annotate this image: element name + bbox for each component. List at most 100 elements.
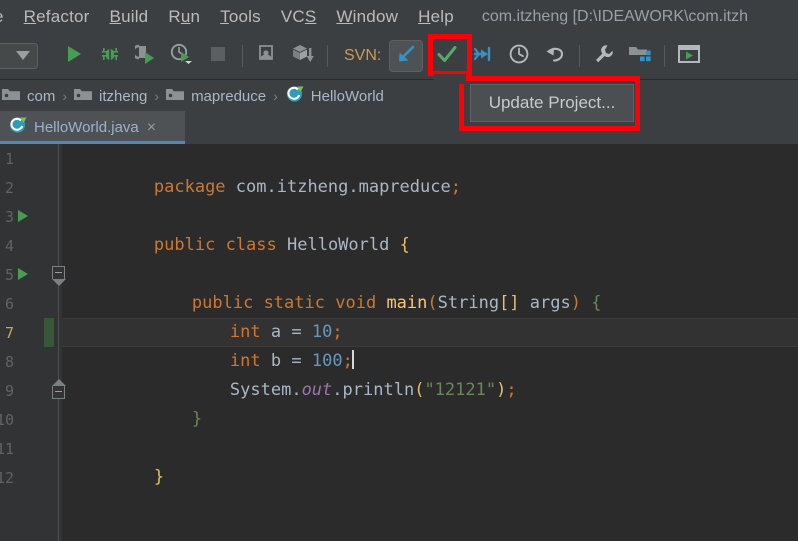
debug-button[interactable] [92, 36, 128, 76]
idea-window: e Refactor Build Run Tools VCS Window He… [0, 0, 798, 541]
token-keyword: package [153, 177, 226, 197]
breadcrumb-separator: › [273, 88, 278, 104]
arrow-down-left-icon [395, 43, 417, 70]
update-app-icon [256, 44, 278, 69]
token-open-paren: ( [414, 380, 425, 400]
code-line-5: public static void main(String[] args) { [110, 260, 602, 313]
breadcrumb-label: com [27, 87, 56, 105]
bug-icon [100, 44, 120, 69]
line-number: 4 [4, 236, 14, 255]
svn-rollback-button[interactable] [537, 36, 573, 76]
settings-button[interactable] [586, 36, 622, 76]
menu-item-help[interactable]: Help [408, 0, 464, 33]
toolbar-separator [242, 45, 243, 67]
token-method-name: main [386, 293, 428, 313]
breadcrumb-item-helloworld[interactable]: HelloWorld [285, 84, 384, 108]
chevron-down-icon [16, 47, 30, 65]
update-app-button[interactable] [249, 36, 285, 76]
code-line-11: } [72, 434, 164, 487]
run-button[interactable] [56, 36, 92, 76]
stop-button[interactable] [200, 36, 236, 76]
token-open-paren: ( [427, 293, 438, 313]
breadcrumb-separator: › [62, 88, 68, 104]
line-number: 5 [4, 265, 14, 284]
breadcrumb-label: HelloWorld [310, 87, 384, 105]
code-editor[interactable]: 1 2 3 4 5 6 7 8 9 10 11 12 package com.i… [0, 144, 798, 541]
toolbar-separator-2 [327, 45, 328, 67]
annotation-box-update-button [428, 34, 472, 76]
java-class-icon [8, 115, 28, 140]
toolbar-separator-4 [664, 45, 666, 67]
line-number: 11 [0, 439, 14, 458]
breadcrumb: com › itzheng › mapreduce › HelloWorld [0, 81, 798, 111]
play-icon [64, 44, 84, 69]
line-number: 12 [0, 468, 14, 487]
arrow-to-line-icon [472, 44, 494, 69]
menu-bar: e Refactor Build Run Tools VCS Window He… [0, 0, 798, 33]
breadcrumb-item-itzheng[interactable]: itzheng [74, 87, 147, 106]
menu-item-edit-partial[interactable]: e [0, 0, 14, 33]
svn-history-button[interactable] [501, 36, 537, 76]
code-line-6: int a = 10; [148, 289, 343, 342]
menu-item-window[interactable]: Window [326, 0, 408, 33]
menu-item-vcs[interactable]: VCS [271, 0, 327, 33]
menu-item-run[interactable]: Run [158, 0, 210, 33]
editor-tab-helloworld-java[interactable]: HelloWorld.java × [0, 111, 185, 144]
svn-label: SVN: [344, 47, 382, 64]
line-number-current: 7 [4, 323, 14, 342]
run-class-marker-icon[interactable] [18, 210, 28, 222]
breadcrumb-item-com[interactable]: com [2, 87, 55, 106]
project-title: com.itzheng [D:\IDEAWORK\com.itzh [481, 8, 748, 25]
breadcrumb-label: itzheng [99, 87, 148, 105]
stop-square-icon [209, 45, 227, 68]
folder-icon [166, 87, 185, 106]
toolbar-separator-3 [579, 45, 581, 67]
undo-arrow-icon [544, 43, 566, 70]
editor-tabs-bar: HelloWorld.java × [0, 111, 798, 144]
coverage-icon [131, 44, 157, 69]
breadcrumb-item-mapreduce[interactable]: mapreduce [166, 87, 266, 106]
window-play-icon [677, 44, 701, 69]
code-line-7: int b = 100; [148, 318, 354, 371]
run-with-coverage-button[interactable] [128, 36, 164, 76]
token-dot: . [291, 380, 302, 400]
menu-item-build[interactable]: Build [100, 0, 159, 33]
run-method-marker-icon[interactable] [18, 268, 28, 280]
code-line-3: public class HelloWorld { [72, 202, 410, 255]
java-class-icon [285, 84, 305, 108]
folder-blocks-icon [628, 44, 652, 69]
menu-item-tools[interactable]: Tools [210, 0, 271, 33]
line-number: 3 [4, 207, 14, 226]
menu-item-refactor[interactable]: Refactor [14, 0, 100, 33]
line-number: 1 [4, 149, 14, 168]
close-icon[interactable]: × [147, 119, 156, 137]
clock-icon [508, 43, 530, 70]
profiler-icon [170, 43, 194, 70]
vcs-change-marker[interactable] [44, 318, 54, 347]
profile-button[interactable] [164, 36, 200, 76]
run-window-button[interactable] [671, 36, 707, 76]
breadcrumb-label: mapreduce [191, 87, 267, 105]
code-line-9: } [110, 376, 202, 429]
folder-icon [74, 87, 93, 106]
run-configuration-selector[interactable] [0, 43, 38, 69]
line-number: 9 [4, 381, 14, 400]
project-structure-button[interactable] [622, 36, 658, 76]
main-toolbar: SVN: [0, 33, 798, 80]
code-line-8: System.out.println("12121"); [148, 347, 517, 400]
token-class-system: System [229, 380, 292, 400]
token-class-name: HelloWorld [287, 235, 390, 255]
editor-gutter[interactable]: 1 2 3 4 5 6 7 8 9 10 11 12 [0, 144, 66, 541]
token-close-paren: ) [570, 293, 581, 313]
token-open-brace: { [399, 235, 410, 255]
code-line-1: package com.itzheng.mapreduce; [72, 144, 461, 197]
code-content[interactable]: package com.itzheng.mapreduce; public cl… [62, 144, 798, 541]
token-package-name: com.itzheng.mapreduce [235, 177, 451, 197]
line-number: 6 [4, 294, 14, 313]
svn-update-project-button[interactable] [389, 40, 424, 72]
wrench-icon [593, 43, 615, 70]
build-artifact-button[interactable] [285, 36, 321, 76]
token-keyword-public: public [153, 235, 216, 255]
line-number: 2 [4, 178, 14, 197]
token-close-brace: } [191, 409, 203, 429]
